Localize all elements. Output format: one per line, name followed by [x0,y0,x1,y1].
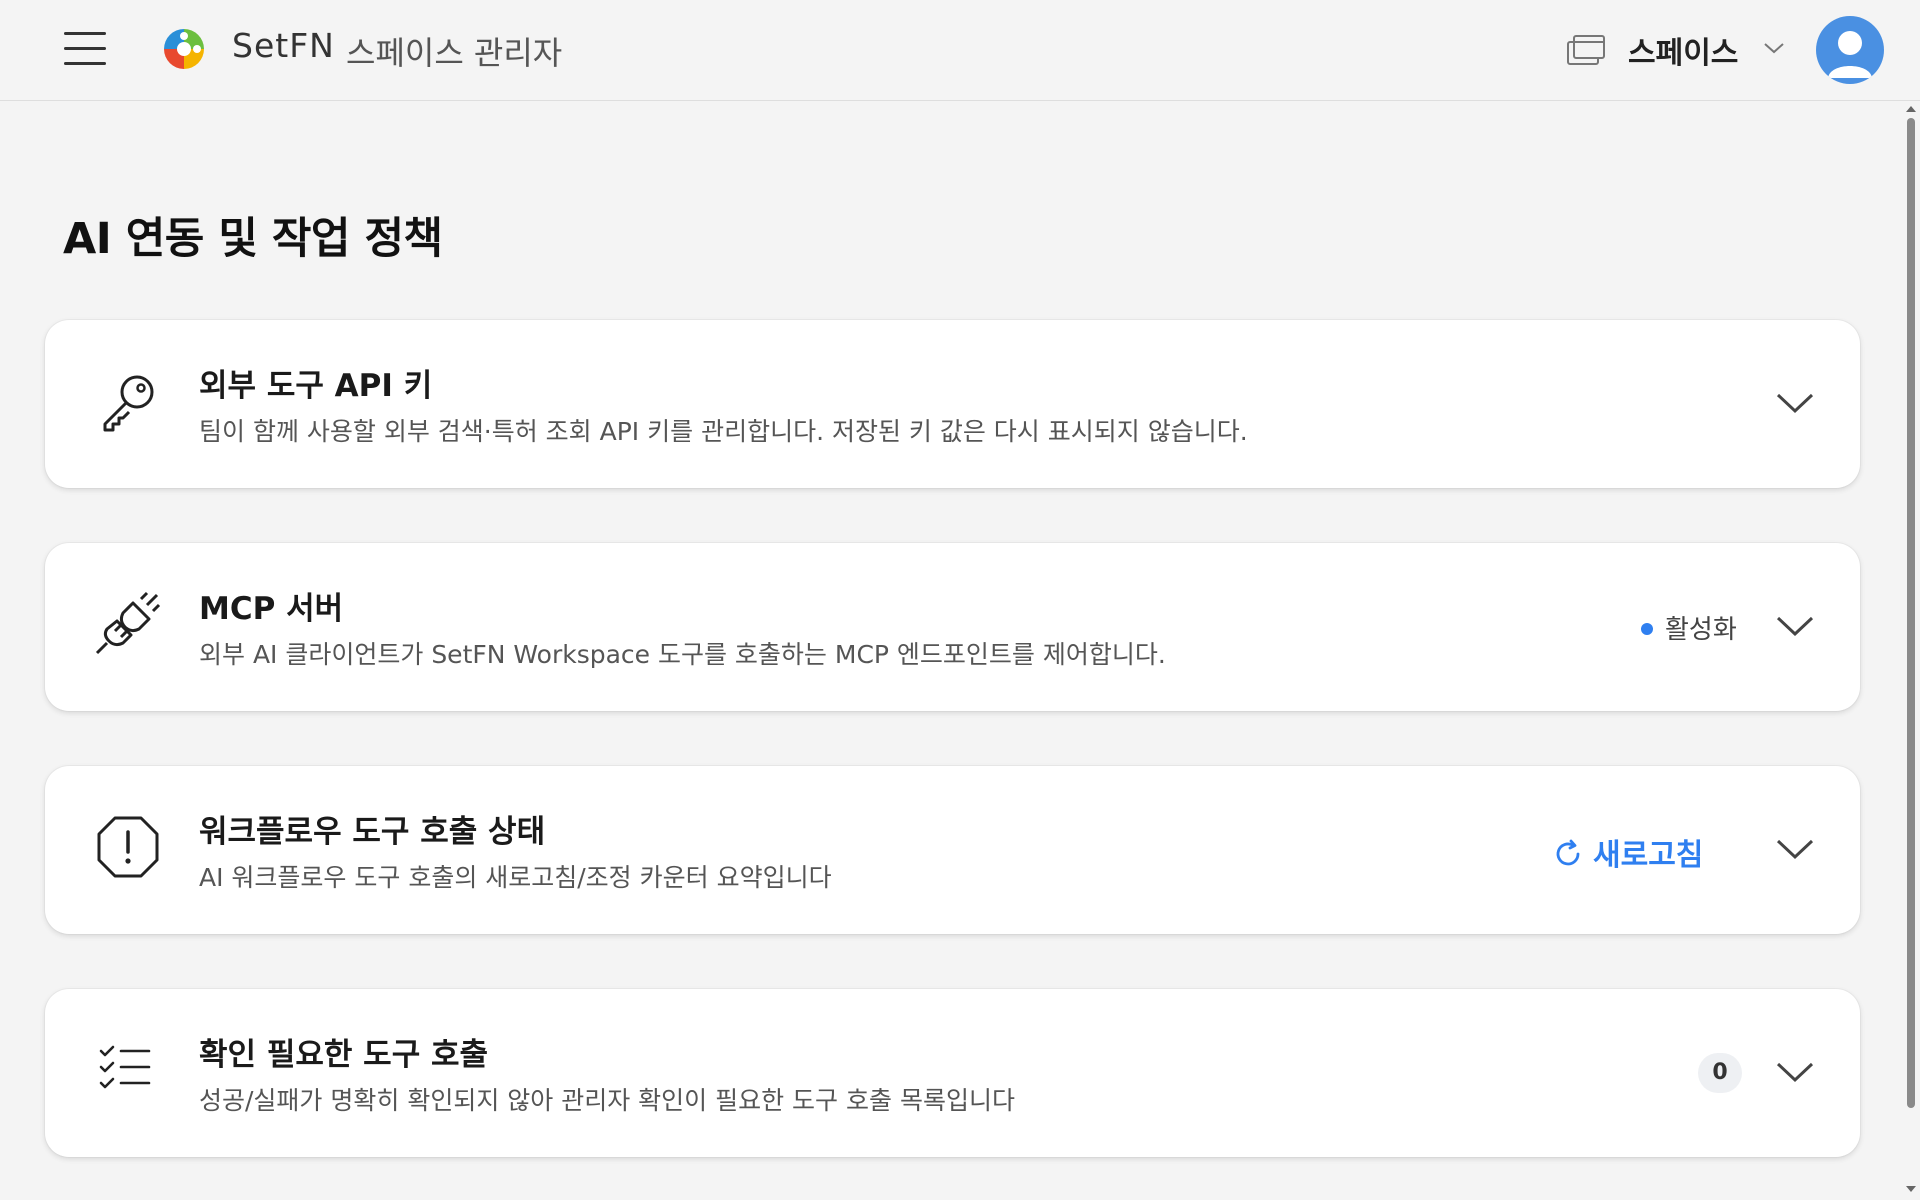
card-description: 성공/실패가 명확히 확인되지 않아 관리자 확인이 필요한 도구 호출 목록입… [199,1086,1015,1115]
plug-icon [95,591,161,655]
setfn-logo [164,29,204,69]
scrollbar-thumb[interactable] [1907,118,1915,1108]
page-title: AI 연동 및 작업 정책 [63,214,443,264]
scroll-up-arrow-icon[interactable] [1906,106,1916,112]
card-title: 외부 도구 API 키 [199,368,433,404]
card-api-keys[interactable]: 외부 도구 API 키 팀이 함께 사용할 외부 검색·특허 조회 API 키를… [45,320,1860,488]
brand-name: SetFN [232,26,335,65]
status-badge: 활성화 [1641,609,1737,646]
status-label: 활성화 [1665,615,1737,645]
user-icon [1828,31,1872,78]
refresh-label: 새로고침 [1593,838,1704,873]
count-badge: 0 [1698,1053,1742,1093]
card-mcp-server[interactable]: MCP 서버 외부 AI 클라이언트가 SetFN Workspace 도구를 … [45,543,1860,711]
alert-octagon-icon [97,816,159,878]
card-description: 팀이 함께 사용할 외부 검색·특허 조회 API 키를 관리합니다. 저장된 … [199,417,1248,446]
chevron-down-icon[interactable] [1762,40,1786,56]
status-dot-icon [1641,622,1653,635]
app-title: 스페이스 관리자 [346,34,563,72]
chevron-down-icon[interactable] [1775,613,1815,639]
menu-icon[interactable] [64,32,108,66]
card-title: 워크플로우 도구 호출 상태 [199,814,546,850]
card-title: MCP 서버 [199,591,344,627]
key-icon [103,375,154,432]
refresh-icon [1556,839,1580,865]
card-description: 외부 AI 클라이언트가 SetFN Workspace 도구를 호출하는 MC… [199,640,1166,669]
chevron-down-icon[interactable] [1775,836,1815,862]
refresh-button[interactable]: 새로고침 [1553,830,1703,874]
chevron-down-icon[interactable] [1775,390,1815,416]
card-title: 확인 필요한 도구 호출 [199,1037,489,1073]
card-description: AI 워크플로우 도구 호출의 새로고침/조정 카운터 요약입니다 [199,863,832,892]
card-workflow-status[interactable]: 워크플로우 도구 호출 상태 AI 워크플로우 도구 호출의 새로고침/조정 카… [45,766,1860,934]
checklist-icon [99,1045,151,1089]
chevron-down-icon[interactable] [1775,1059,1815,1085]
avatar[interactable] [1816,16,1884,84]
top-bar: SetFN 스페이스 관리자 스페이스 [0,0,1920,101]
space-selector[interactable]: 스페이스 [1628,28,1738,72]
windows-icon [1567,35,1605,65]
scroll-down-arrow-icon[interactable] [1906,1186,1916,1192]
card-pending-tool-calls[interactable]: 확인 필요한 도구 호출 성공/실패가 명확히 확인되지 않아 관리자 확인이 … [45,989,1860,1157]
